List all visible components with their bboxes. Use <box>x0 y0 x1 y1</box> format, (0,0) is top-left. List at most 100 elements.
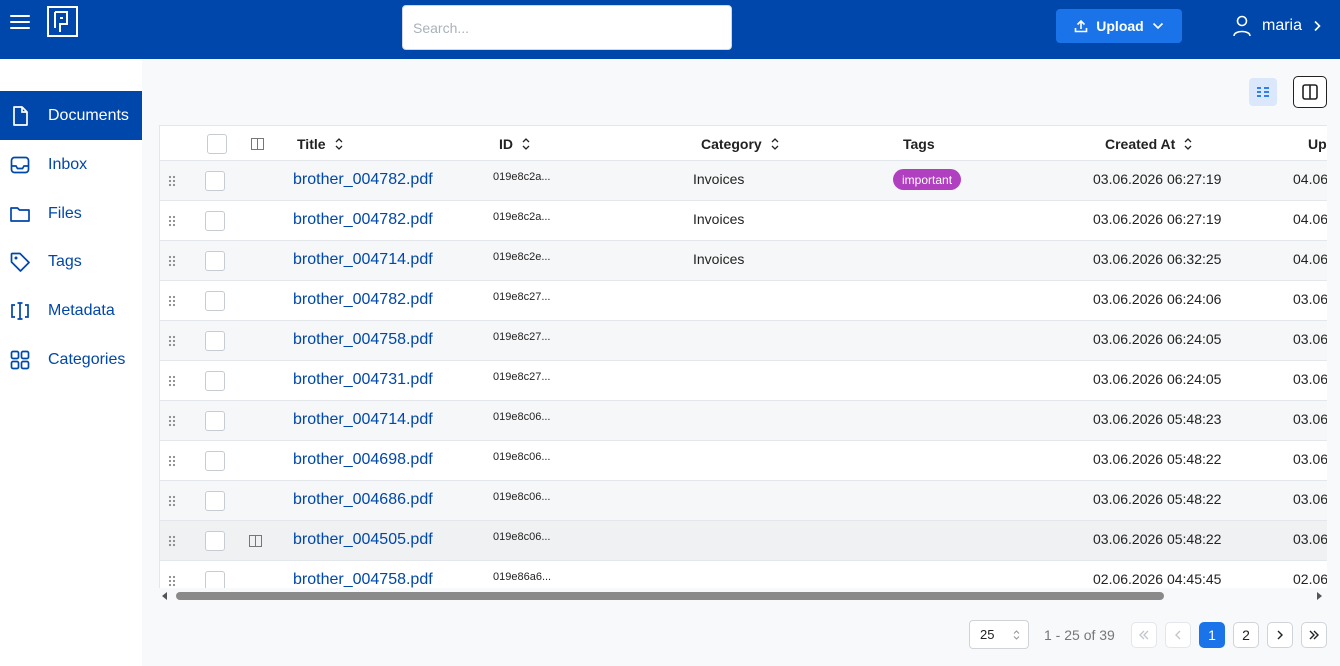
next-page-button[interactable] <box>1267 622 1293 648</box>
sort-icon[interactable] <box>521 137 531 151</box>
table-row[interactable]: brother_004758.pdf 019e8c27... 03.06.2026 … <box>160 321 1327 361</box>
document-title-link[interactable]: brother_004698.pdf <box>293 451 433 469</box>
document-updated-at: 03.06 <box>1293 491 1327 507</box>
sort-icon[interactable] <box>1183 137 1193 151</box>
table-row[interactable]: brother_004782.pdf 019e8c27... 03.06.2026 … <box>160 281 1327 321</box>
row-checkbox[interactable] <box>205 171 225 191</box>
search-input[interactable] <box>402 5 732 50</box>
sidebar-item-documents[interactable]: Documents <box>0 91 142 140</box>
row-checkbox[interactable] <box>205 571 225 588</box>
column-header-title[interactable]: Title <box>297 126 344 161</box>
document-category: Invoices <box>693 171 745 187</box>
sidebar-item-label: Metadata <box>48 301 115 319</box>
drag-handle-icon[interactable] <box>168 335 176 347</box>
select-all-checkbox[interactable] <box>207 134 227 154</box>
drag-handle-icon[interactable] <box>168 215 176 227</box>
upload-icon <box>1074 19 1088 33</box>
sort-icon[interactable] <box>334 137 344 151</box>
row-checkbox[interactable] <box>205 451 225 471</box>
app-logo-icon[interactable] <box>47 6 78 37</box>
first-page-button[interactable] <box>1131 622 1157 648</box>
column-header-updated-at[interactable]: Upd <box>1308 126 1327 161</box>
split-view-icon <box>1302 84 1318 100</box>
drag-handle-icon[interactable] <box>168 375 176 387</box>
sidebar-item-inbox[interactable]: Inbox <box>0 140 142 189</box>
sidebar-item-categories[interactable]: Categories <box>0 335 142 384</box>
user-icon <box>1233 15 1251 37</box>
document-title-link[interactable]: brother_004782.pdf <box>293 291 433 309</box>
drag-handle-icon[interactable] <box>168 415 176 427</box>
row-checkbox[interactable] <box>205 211 225 231</box>
row-checkbox[interactable] <box>205 371 225 391</box>
document-title-link[interactable]: brother_004714.pdf <box>293 251 433 269</box>
page-button-1[interactable]: 1 <box>1199 622 1225 648</box>
document-id: 019e8c27... <box>493 331 551 343</box>
document-updated-at: 04.06 <box>1293 171 1327 187</box>
sidebar-item-tags[interactable]: Tags <box>0 237 142 286</box>
sidebar-item-files[interactable]: Files <box>0 189 142 238</box>
columns-toggle-button[interactable] <box>1293 76 1327 108</box>
column-header-category[interactable]: Category <box>701 126 780 161</box>
sidebar-item-label: Inbox <box>48 155 88 173</box>
menu-icon[interactable] <box>10 12 30 32</box>
tag-badge[interactable]: important <box>893 169 962 190</box>
row-checkbox[interactable] <box>205 411 225 431</box>
document-updated-at: 02.06 <box>1293 571 1327 587</box>
document-title-link[interactable]: brother_004731.pdf <box>293 371 433 389</box>
open-preview-icon[interactable] <box>249 535 262 547</box>
row-checkbox[interactable] <box>205 491 225 511</box>
page-button-2[interactable]: 2 <box>1233 622 1259 648</box>
sidebar-item-metadata[interactable]: Metadata <box>0 286 142 335</box>
document-created-at: 03.06.2026 06:24:05 <box>1093 331 1222 347</box>
column-header-id[interactable]: ID <box>499 126 531 161</box>
document-title-link[interactable]: brother_004714.pdf <box>293 411 433 429</box>
page-size-select[interactable]: 25 <box>969 620 1029 649</box>
document-id: 019e8c27... <box>493 371 551 383</box>
column-header-created-at[interactable]: Created At <box>1105 126 1193 161</box>
drag-handle-icon[interactable] <box>168 255 176 267</box>
drag-handle-icon[interactable] <box>168 175 176 187</box>
document-title-link[interactable]: brother_004782.pdf <box>293 171 433 189</box>
row-checkbox[interactable] <box>205 291 225 311</box>
horizontal-scrollbar[interactable] <box>159 589 1327 603</box>
table-row[interactable]: brother_004782.pdf 019e8c2a... Invoices 03.… <box>160 201 1327 241</box>
table-row[interactable]: brother_004731.pdf 019e8c27... 03.06.2026 … <box>160 361 1327 401</box>
list-view-icon <box>1257 87 1269 97</box>
document-title-link[interactable]: brother_004782.pdf <box>293 211 433 229</box>
document-title-link[interactable]: brother_004686.pdf <box>293 491 433 509</box>
drag-handle-icon[interactable] <box>168 495 176 507</box>
table-row[interactable]: brother_004714.pdf 019e8c06... 03.06.2026 … <box>160 401 1327 441</box>
double-chevron-right-icon <box>1309 630 1319 640</box>
column-settings-icon[interactable] <box>251 138 264 150</box>
document-title-link[interactable]: brother_004758.pdf <box>293 331 433 349</box>
row-checkbox[interactable] <box>205 331 225 351</box>
document-title-link[interactable]: brother_004758.pdf <box>293 571 433 588</box>
upload-button[interactable]: Upload <box>1056 9 1182 43</box>
table-row[interactable]: brother_004714.pdf 019e8c2e... Invoices 03.… <box>160 241 1327 281</box>
table-row[interactable]: brother_004758.pdf 019e86a6... 02.06.2026 … <box>160 561 1327 588</box>
density-toggle-button[interactable] <box>1249 78 1277 106</box>
drag-handle-icon[interactable] <box>168 295 176 307</box>
sidebar-item-label: Categories <box>48 350 126 368</box>
document-title-link[interactable]: brother_004505.pdf <box>293 531 433 549</box>
scrollbar-thumb[interactable] <box>176 592 1164 600</box>
scroll-right-arrow-icon[interactable] <box>1317 592 1322 600</box>
row-checkbox[interactable] <box>205 251 225 271</box>
document-id: 019e8c2a... <box>493 211 551 223</box>
row-checkbox[interactable] <box>205 531 225 551</box>
drag-handle-icon[interactable] <box>168 455 176 467</box>
table-row[interactable]: brother_004782.pdf 019e8c2a... Invoices imp… <box>160 161 1327 201</box>
scroll-left-arrow-icon[interactable] <box>162 592 167 600</box>
column-header-tags[interactable]: Tags <box>903 126 935 161</box>
previous-page-button[interactable] <box>1165 622 1191 648</box>
table-row[interactable]: brother_004505.pdf 019e8c06... 03.06.2026 … <box>160 521 1327 561</box>
drag-handle-icon[interactable] <box>168 575 176 587</box>
table-row[interactable]: brother_004698.pdf 019e8c06... 03.06.2026 … <box>160 441 1327 481</box>
drag-handle-icon[interactable] <box>168 535 176 547</box>
document-id: 019e8c27... <box>493 291 551 303</box>
table-row[interactable]: brother_004686.pdf 019e8c06... 03.06.2026 … <box>160 481 1327 521</box>
document-created-at: 03.06.2026 06:24:05 <box>1093 371 1222 387</box>
user-menu[interactable]: maria <box>1232 11 1322 41</box>
sort-icon[interactable] <box>770 137 780 151</box>
last-page-button[interactable] <box>1301 622 1327 648</box>
